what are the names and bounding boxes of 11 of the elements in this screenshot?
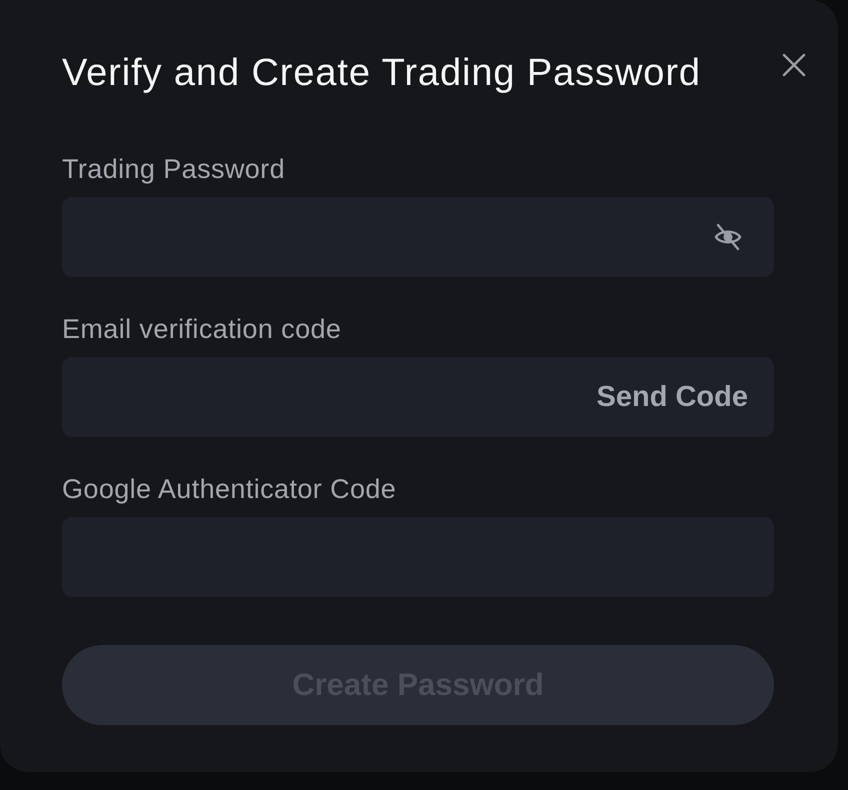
input-field[interactable]: Send Code [62,357,774,437]
field-label: Trading Password [62,153,285,185]
field-label: Email verification code [62,313,342,345]
eye-off-icon [714,223,742,251]
show-password-button[interactable] [714,223,742,251]
send-code-button[interactable]: Send Code [596,380,748,414]
field-label: Google Authenticator Code [62,473,396,505]
close-icon [782,53,806,77]
input-field[interactable] [62,197,774,277]
dialog-title: Verify and Create Trading Password [62,51,701,96]
close-button[interactable] [782,53,806,77]
